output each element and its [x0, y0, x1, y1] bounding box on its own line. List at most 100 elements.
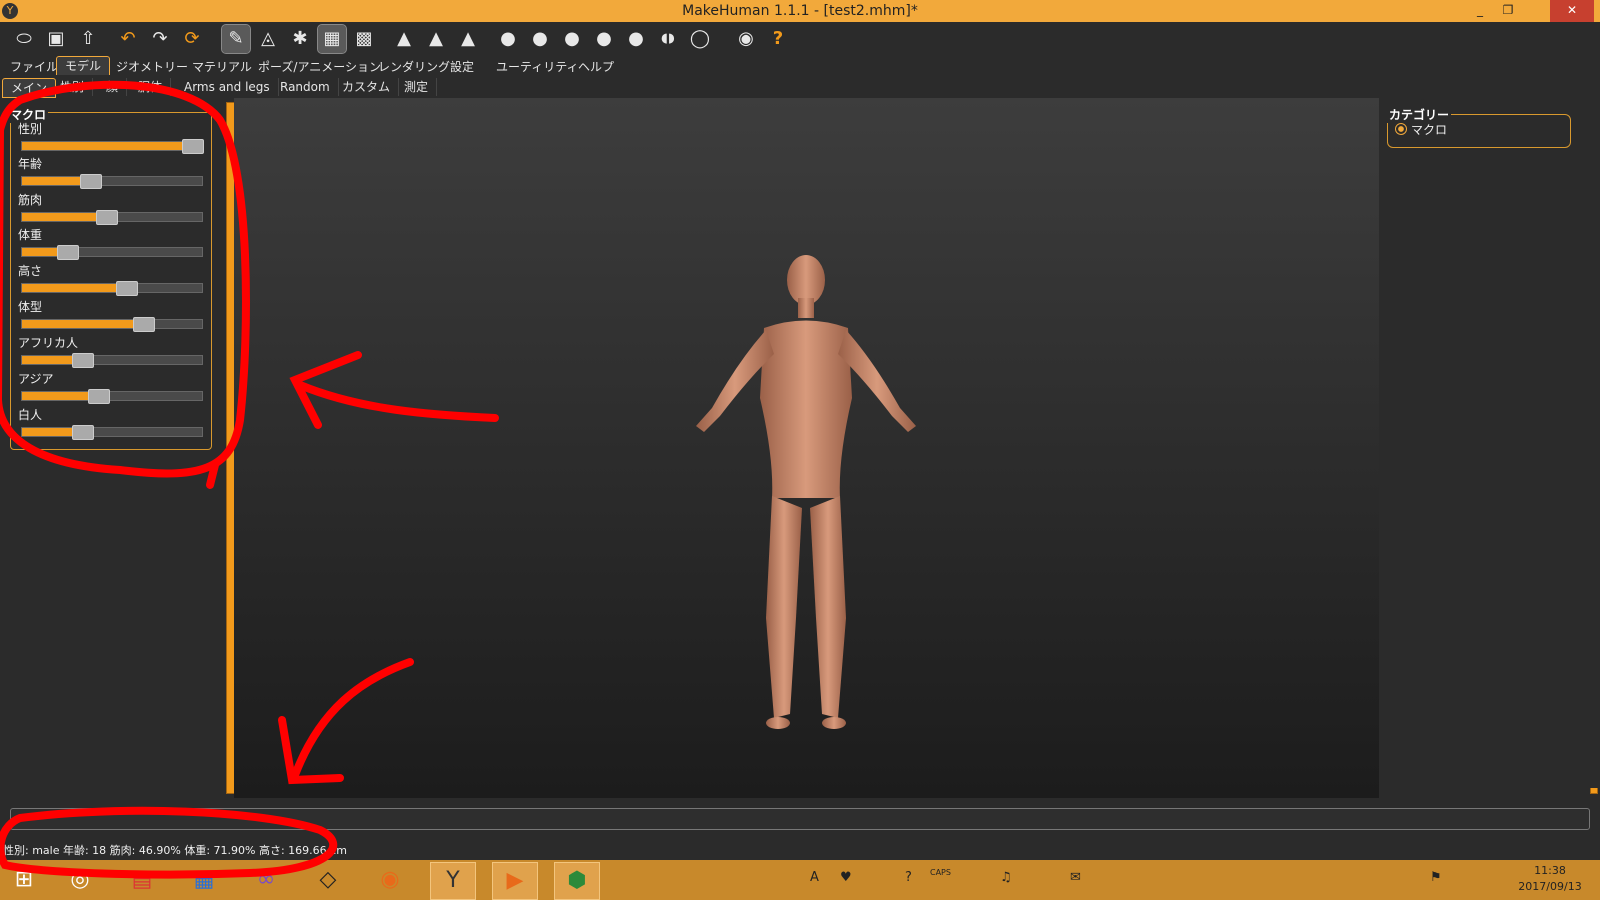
slider-age[interactable]: [21, 174, 203, 189]
right-panel: カテゴリー マクロ: [1379, 98, 1600, 788]
slider-label-african: アフリカ人: [18, 336, 79, 350]
slider-label-muscle: 筋肉: [18, 193, 43, 207]
slider-handle[interactable]: [71, 425, 94, 440]
slider-handle[interactable]: [96, 210, 119, 225]
slider-african[interactable]: [21, 353, 203, 368]
visual-studio-icon[interactable]: ∞: [244, 862, 288, 898]
volume-icon[interactable]: ♫: [1000, 870, 1012, 885]
radio-macro-label[interactable]: マクロ: [1411, 121, 1447, 138]
slider-handle[interactable]: [116, 281, 139, 296]
grid-icon[interactable]: ▦: [317, 24, 347, 54]
unity-icon[interactable]: ◇: [306, 862, 350, 898]
slider-handle[interactable]: [79, 174, 102, 189]
subtab-arms-legs[interactable]: Arms and legs: [176, 78, 279, 96]
tab-geometry[interactable]: ジオメトリー: [108, 58, 196, 76]
tab-material[interactable]: マテリアル: [184, 58, 260, 76]
subtab-custom[interactable]: カスタム: [334, 78, 400, 96]
symmetry-icon[interactable]: ▲: [454, 25, 482, 53]
reset-camera-icon[interactable]: ◯: [686, 25, 714, 53]
subtab-gender[interactable]: 性別: [52, 78, 94, 96]
slider-asian[interactable]: [21, 389, 203, 404]
status-line: 性別: male 年齢: 18 筋肉: 46.90% 体重: 71.90% 高さ…: [3, 844, 347, 857]
sub-tabs: メイン 性別 顔 胴体 Arms and legs Random カスタム 測定: [0, 77, 1600, 98]
title-bar: Y MakeHuman 1.1.1 - [test2.mhm]* _ ❐ ✕: [0, 0, 1600, 22]
slider-label-asian: アジア: [18, 372, 54, 386]
mail-icon[interactable]: ✉: [1070, 870, 1081, 885]
clock-time: 11:38: [1534, 864, 1566, 877]
front-view-icon[interactable]: ●: [494, 25, 522, 53]
smooth-icon[interactable]: ✎: [221, 24, 251, 54]
minimize-button[interactable]: _: [1466, 0, 1494, 22]
pose-icon[interactable]: ✱: [286, 25, 314, 53]
symmetry-left-icon[interactable]: ▲: [422, 25, 450, 53]
human-model-figure[interactable]: [234, 98, 1379, 798]
slider-muscle[interactable]: [21, 210, 203, 225]
makehuman-icon[interactable]: Y: [430, 862, 476, 900]
checker-icon[interactable]: ▩: [350, 25, 378, 53]
blender-icon[interactable]: ◉: [368, 862, 412, 898]
export-icon[interactable]: ⇧: [74, 25, 102, 53]
subtab-random[interactable]: Random: [272, 78, 339, 96]
bottom-view-icon[interactable]: ◖◗: [654, 25, 682, 53]
tab-settings[interactable]: 設定: [442, 58, 482, 76]
media-player-icon[interactable]: ▶: [492, 862, 538, 900]
redo-icon[interactable]: ↷: [146, 25, 174, 53]
clock[interactable]: 11:38 2017/09/13: [1510, 863, 1590, 895]
undo-icon[interactable]: ↶: [114, 25, 142, 53]
progress-bar: [10, 808, 1590, 830]
slider-label-weight: 体重: [18, 228, 43, 242]
top-view-icon[interactable]: ●: [622, 25, 650, 53]
slider-weight[interactable]: [21, 245, 203, 260]
right-view-icon[interactable]: ●: [590, 25, 618, 53]
slider-handle[interactable]: [182, 139, 204, 154]
browser-icon[interactable]: ◎: [58, 862, 102, 898]
save-icon[interactable]: ▣: [42, 25, 70, 53]
main-toolbar: ⬭ ▣ ⇧ ↶ ↷ ⟳ ✎ ◬ ✱ ▦ ▩ ▲ ▲ ▲ ● ● ● ● ● ◖◗…: [0, 22, 1600, 56]
tab-pose-animation[interactable]: ポーズ/アニメーション: [250, 58, 389, 76]
slider-handle[interactable]: [132, 317, 155, 332]
slider-label-height: 高さ: [18, 264, 43, 278]
tab-model[interactable]: モデル: [56, 56, 111, 75]
reset-icon[interactable]: ⟳: [178, 25, 206, 53]
slider-handle[interactable]: [87, 389, 110, 404]
slider-proportions[interactable]: [21, 317, 203, 332]
tray-help-icon[interactable]: ?: [905, 870, 912, 885]
subtab-main[interactable]: メイン: [2, 78, 57, 98]
back-view-icon[interactable]: ●: [526, 25, 554, 53]
start-icon[interactable]: ⊞: [2, 862, 46, 898]
slider-height[interactable]: [21, 281, 203, 296]
subtab-torso[interactable]: 胴体: [130, 78, 172, 96]
tab-help[interactable]: ヘルプ: [570, 58, 622, 76]
wireframe-icon[interactable]: ◬: [254, 25, 282, 53]
help-icon[interactable]: ?: [764, 25, 792, 53]
slider-label-caucasian: 白人: [18, 408, 43, 422]
slider-gender[interactable]: [21, 139, 204, 154]
flag-icon[interactable]: ⚑: [1430, 870, 1442, 885]
close-button[interactable]: ✕: [1550, 0, 1594, 22]
slider-label-proportions: 体型: [18, 300, 43, 314]
maximize-button[interactable]: ❐: [1494, 0, 1522, 22]
ime-icon[interactable]: A: [810, 870, 819, 885]
slider-label-age: 年齢: [18, 157, 43, 171]
subtab-face[interactable]: 顔: [98, 78, 128, 96]
radio-macro[interactable]: [1395, 123, 1407, 135]
menu-tabs: ファイル モデル ジオメトリー マテリアル ポーズ/アニメーション レンダリング…: [0, 56, 1600, 76]
left-view-icon[interactable]: ●: [558, 25, 586, 53]
app-green-icon[interactable]: ⬢: [554, 862, 600, 900]
subtab-measure[interactable]: 測定: [396, 78, 438, 96]
slider-handle[interactable]: [57, 245, 79, 260]
os-taskbar: ⊞ ◎ ▤ ▦ ∞ ◇ ◉ Y ▶ ⬢ A ♥ ? CAPS ♫ ✉ ⚑ 11:…: [0, 860, 1600, 900]
clock-date: 2017/09/13: [1518, 880, 1582, 893]
symmetry-right-icon[interactable]: ▲: [390, 25, 418, 53]
slider-handle[interactable]: [71, 353, 94, 368]
left-panel: マクロ 性別 年齢 筋肉 体重 高さ 体型 アフリカ人 アジア 白人: [0, 98, 222, 788]
store-icon[interactable]: ▦: [182, 862, 226, 898]
slider-caucasian[interactable]: [21, 425, 203, 440]
tray-heart-icon[interactable]: ♥: [840, 870, 852, 885]
app-red-icon[interactable]: ▤: [120, 862, 164, 898]
3d-viewport[interactable]: [234, 98, 1379, 798]
load-icon[interactable]: ⬭: [10, 25, 38, 53]
screenshot-icon[interactable]: ◉: [732, 25, 760, 53]
window-title: MakeHuman 1.1.1 - [test2.mhm]*: [682, 3, 918, 19]
slider-label-gender: 性別: [18, 122, 43, 136]
